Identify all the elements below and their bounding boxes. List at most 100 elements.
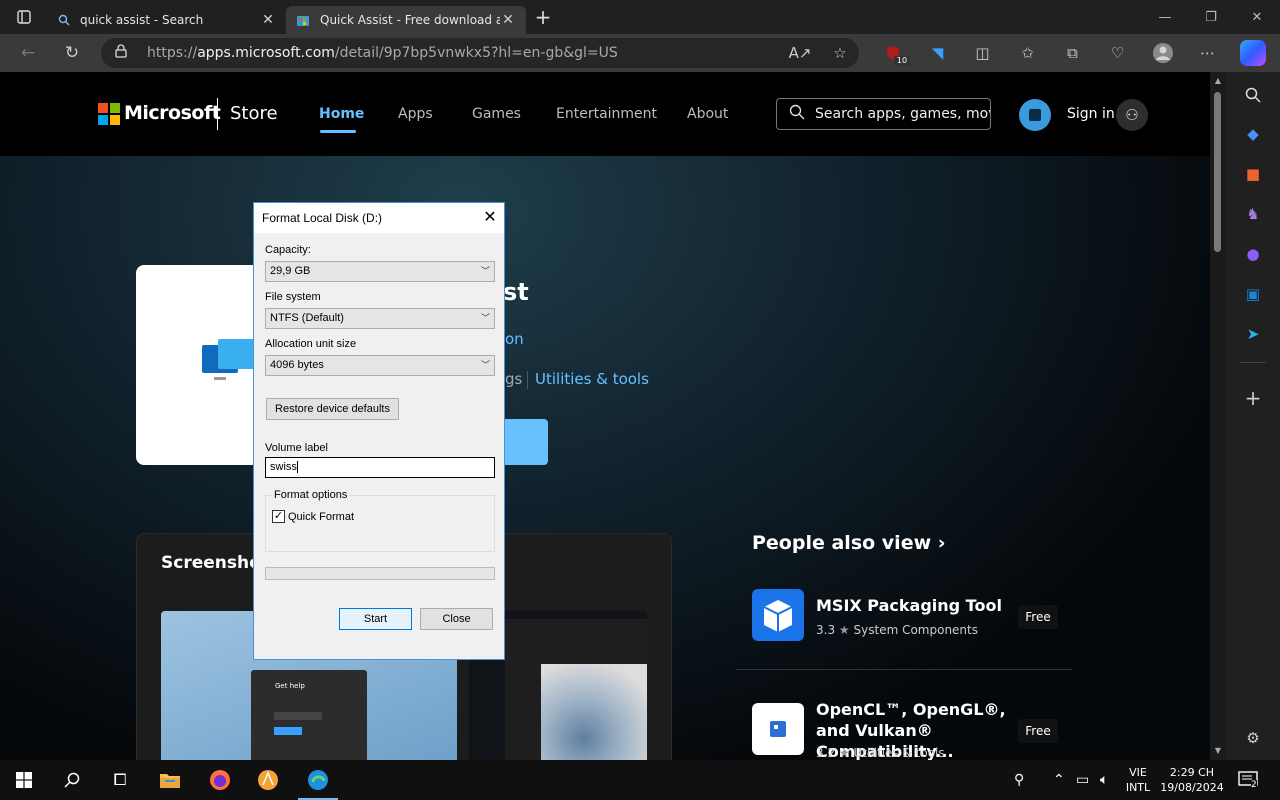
related-app-meta: 3.2 ★ Utilities & tools bbox=[816, 746, 945, 760]
app-shell-icon[interactable] bbox=[244, 760, 292, 800]
firefox-icon[interactable] bbox=[196, 760, 244, 800]
tools-briefcase-icon[interactable]: ■ bbox=[1241, 162, 1265, 186]
tab-quick-assist[interactable]: Quick Assist - Free download and install… bbox=[286, 6, 526, 34]
search-placeholder: Search apps, games, movi bbox=[815, 106, 991, 122]
filesystem-select[interactable]: NTFS (Default) ﹀ bbox=[265, 308, 495, 329]
store-page: Microsoft Store Home Apps Games Entertai… bbox=[0, 72, 1210, 760]
related-app-item[interactable]: MSIX Packaging Tool 3.3 ★ System Compone… bbox=[752, 589, 1072, 649]
start-button[interactable]: Start bbox=[339, 608, 412, 630]
people-also-view-heading[interactable]: People also view › bbox=[752, 532, 946, 554]
url-prefix: https:// bbox=[147, 45, 198, 61]
opencl-app-icon bbox=[752, 703, 804, 755]
tab-close-icon[interactable]: ✕ bbox=[500, 12, 516, 28]
address-bar[interactable]: https://apps.microsoft.com/detail/9p7bp5… bbox=[101, 38, 859, 68]
page-scrollbar[interactable]: ▲ ▼ bbox=[1210, 72, 1226, 760]
sidebar-settings-gear-icon[interactable]: ⚙ bbox=[1241, 726, 1265, 750]
tab-search[interactable]: quick assist - Search ✕ bbox=[48, 6, 286, 34]
minimize-icon[interactable]: — bbox=[1142, 0, 1188, 34]
dialog-titlebar[interactable]: Format Local Disk (D:) ✕ bbox=[254, 203, 504, 233]
nav-about[interactable]: About bbox=[687, 106, 728, 122]
window-close-icon[interactable]: ✕ bbox=[1234, 0, 1280, 34]
sign-in-link[interactable]: Sign in bbox=[1067, 106, 1115, 122]
collections-icon[interactable]: ⧉ bbox=[1050, 34, 1095, 72]
restore-defaults-button[interactable]: Restore device defaults bbox=[266, 398, 399, 420]
scroll-thumb[interactable] bbox=[1214, 92, 1221, 252]
tab-actions-button[interactable] bbox=[0, 0, 48, 34]
allocation-label: Allocation unit size bbox=[265, 338, 357, 350]
profile-avatar[interactable] bbox=[1140, 34, 1185, 72]
store-search-input[interactable]: Search apps, games, movi bbox=[776, 98, 991, 130]
allocation-select[interactable]: 4096 bytes ﹀ bbox=[265, 355, 495, 376]
back-arrow-icon[interactable]: ← bbox=[8, 34, 48, 72]
read-aloud-icon[interactable]: A↗ bbox=[780, 44, 820, 62]
vscode-extension-icon[interactable]: ◥ bbox=[915, 34, 960, 72]
clock[interactable]: 2:29 CH 19/08/2024 bbox=[1158, 765, 1226, 795]
quick-format-checkbox[interactable]: ✓ bbox=[272, 510, 285, 523]
msix-app-icon bbox=[752, 589, 804, 641]
copilot-sidebar-icon[interactable]: ● bbox=[1241, 242, 1265, 266]
games-icon[interactable]: ♞ bbox=[1241, 202, 1265, 226]
split-screen-icon[interactable]: ◫ bbox=[960, 34, 1005, 72]
drop-send-icon[interactable]: ➤ bbox=[1241, 322, 1265, 346]
shopping-tag-icon[interactable]: ◆ bbox=[1241, 122, 1265, 146]
url-actions: A↗ ☆ bbox=[780, 34, 860, 72]
favorites-icon[interactable]: ✩ bbox=[1005, 34, 1050, 72]
clock-time: 2:29 CH bbox=[1169, 766, 1215, 779]
app-category[interactable]: gs bbox=[505, 370, 522, 388]
restore-icon[interactable]: ❐ bbox=[1188, 0, 1234, 34]
add-sidebar-icon[interactable]: + bbox=[1241, 386, 1265, 410]
refresh-icon[interactable]: ↻ bbox=[52, 34, 92, 72]
scroll-up-icon[interactable]: ▲ bbox=[1213, 76, 1223, 85]
people-icon[interactable]: ⚲ bbox=[1014, 760, 1024, 800]
ublock-extension-icon[interactable]: 10 bbox=[870, 34, 915, 72]
user-icon[interactable]: ⚇ bbox=[1116, 99, 1148, 131]
star-icon: ★ bbox=[838, 623, 850, 637]
nav-entertainment[interactable]: Entertainment bbox=[556, 106, 657, 122]
category-separator bbox=[527, 371, 528, 389]
close-button[interactable]: Close bbox=[420, 608, 493, 630]
capacity-select[interactable]: 29,9 GB ﹀ bbox=[265, 261, 495, 282]
network-icon[interactable]: ▭ bbox=[1076, 760, 1089, 800]
file-explorer-icon[interactable] bbox=[146, 760, 194, 800]
get-app-button[interactable] bbox=[505, 419, 548, 465]
edge-browser-icon[interactable] bbox=[294, 760, 342, 800]
sidebar-search-icon[interactable] bbox=[1241, 83, 1265, 107]
related-app-item[interactable]: OpenCL™, OpenGL®, and Vulkan® Compatibil… bbox=[752, 700, 1072, 760]
browser-essentials-icon[interactable]: ♡ bbox=[1095, 34, 1140, 72]
clock-date: 19/08/2024 bbox=[1160, 781, 1224, 794]
brand-name[interactable]: Microsoft bbox=[124, 102, 221, 124]
outlook-icon[interactable]: ▣ bbox=[1241, 282, 1265, 306]
more-menu-icon[interactable]: ⋯ bbox=[1185, 34, 1230, 72]
task-view-icon[interactable]: ⧠ bbox=[96, 760, 144, 800]
language-bottom: INTL bbox=[1125, 781, 1151, 794]
store-app-icon[interactable] bbox=[1019, 99, 1051, 131]
category-value: Utilities & tools bbox=[853, 746, 945, 760]
volume-label-input[interactable]: swiss bbox=[265, 457, 495, 478]
url-path: /detail/9p7bp5vnwkx5?hl=en-gb&gl=US bbox=[334, 45, 618, 61]
dialog-close-icon[interactable]: ✕ bbox=[480, 208, 500, 228]
microsoft-logo-icon[interactable] bbox=[98, 103, 120, 125]
start-windows-icon[interactable] bbox=[0, 760, 48, 800]
copilot-icon[interactable] bbox=[1240, 40, 1266, 66]
app-category-link[interactable]: Utilities & tools bbox=[535, 370, 649, 388]
language-indicator[interactable]: VIE INTL bbox=[1122, 765, 1154, 795]
app-publisher-link[interactable]: on bbox=[505, 330, 524, 348]
store-label[interactable]: Store bbox=[230, 103, 278, 124]
nav-games[interactable]: Games bbox=[472, 106, 521, 122]
format-disk-dialog: Format Local Disk (D:) ✕ Capacity: 29,9 … bbox=[253, 202, 505, 660]
dialog-title: Format Local Disk (D:) bbox=[262, 211, 383, 225]
favorite-star-icon[interactable]: ☆ bbox=[820, 44, 860, 62]
new-tab-icon[interactable]: + bbox=[526, 5, 560, 29]
tab-close-icon[interactable]: ✕ bbox=[260, 12, 276, 28]
quick-format-label[interactable]: Quick Format bbox=[288, 511, 354, 523]
tray-chevron-up-icon[interactable]: ⌃ bbox=[1053, 760, 1065, 800]
search-icon bbox=[58, 14, 70, 26]
taskbar-search-icon[interactable] bbox=[48, 760, 96, 800]
price-badge: Free bbox=[1018, 605, 1058, 629]
nav-apps[interactable]: Apps bbox=[398, 106, 433, 122]
nav-home[interactable]: Home bbox=[319, 106, 364, 122]
rating-value: 3.2 bbox=[816, 746, 836, 760]
volume-icon[interactable]: 🔈︎ bbox=[1100, 760, 1108, 800]
notification-center-icon[interactable]: 2 bbox=[1238, 760, 1258, 800]
scroll-down-icon[interactable]: ▼ bbox=[1213, 746, 1223, 755]
